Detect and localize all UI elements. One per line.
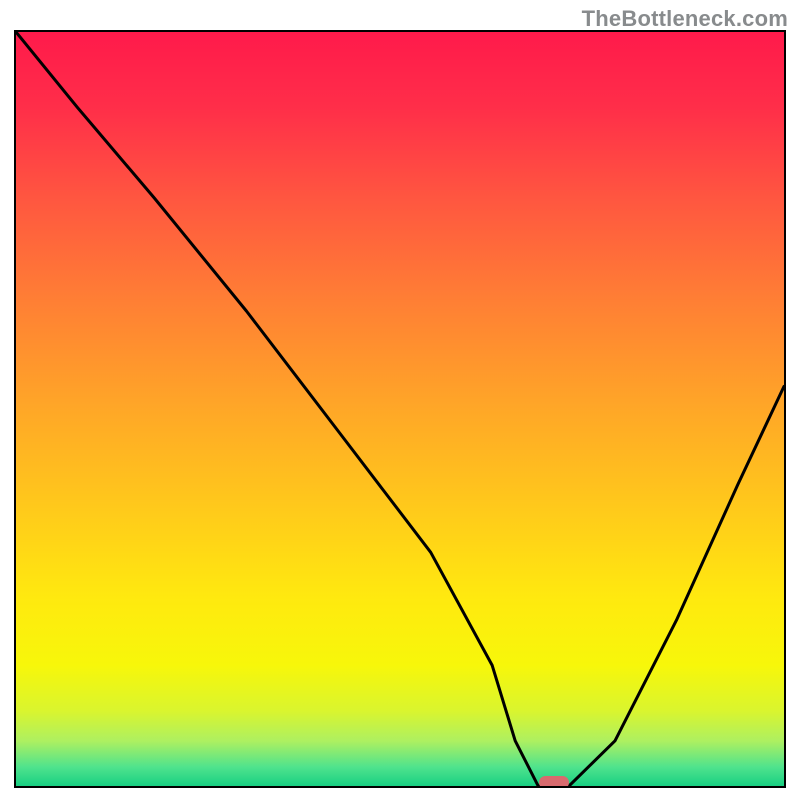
chart-frame (14, 30, 786, 788)
watermark-text: TheBottleneck.com (582, 6, 788, 32)
bottleneck-curve (16, 32, 784, 786)
optimal-marker (539, 776, 569, 788)
